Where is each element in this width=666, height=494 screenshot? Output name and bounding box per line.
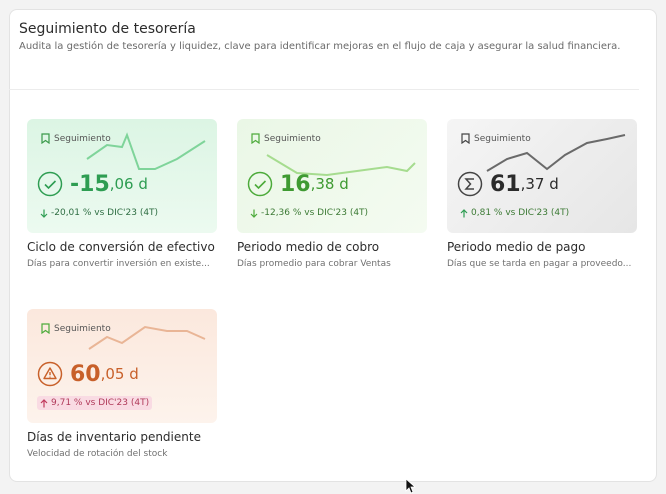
- kpi-delta-text: -12,36 % vs DIC'23 (4T): [261, 208, 369, 218]
- kpi-card-periodo-cobro[interactable]: Seguimiento 16,38 d -12,36 % vs DIC'23 (…: [237, 119, 427, 270]
- bookmark-icon: [41, 323, 50, 334]
- arrow-down-icon: [250, 209, 258, 218]
- kpi-card-description: Días que se tarda en pagar a proveedo...: [447, 259, 632, 269]
- kpi-delta: -20,01 % vs DIC'23 (4T): [37, 206, 161, 220]
- kpi-value-decimal: ,06 d: [109, 175, 148, 193]
- kpi-value-decimal: ,37 d: [520, 175, 559, 193]
- tracking-tag: Seguimiento: [41, 323, 111, 334]
- kpi-value-decimal: ,38 d: [310, 175, 349, 193]
- kpi-value: 16,38 d: [247, 171, 349, 197]
- kpi-delta: 9,71 % vs DIC'23 (4T): [37, 396, 153, 410]
- tracking-tag-label: Seguimiento: [54, 133, 111, 144]
- kpi-card-title: Días de inventario pendiente: [27, 430, 201, 444]
- warning-triangle-icon: [37, 361, 63, 387]
- kpi-tile[interactable]: Seguimiento 16,38 d -12,36 % vs DIC'23 (…: [237, 119, 427, 233]
- kpi-value-integer: -15: [70, 171, 110, 197]
- kpi-card-title: Periodo medio de pago: [447, 240, 586, 254]
- kpi-value-integer: 61: [490, 171, 521, 197]
- tracking-tag-label: Seguimiento: [54, 323, 111, 334]
- bookmark-icon: [461, 133, 470, 144]
- kpi-delta-text: -20,01 % vs DIC'23 (4T): [51, 208, 159, 218]
- sigma-icon: [457, 171, 483, 197]
- arrow-down-icon: [40, 209, 48, 218]
- tracking-tag: Seguimiento: [461, 133, 531, 144]
- tracking-tag-label: Seguimiento: [264, 133, 321, 144]
- arrow-up-icon: [460, 208, 468, 217]
- page-subtitle: Audita la gestión de tesorería y liquide…: [19, 41, 621, 52]
- kpi-value: 60,05 d: [37, 361, 139, 387]
- kpi-card-description: Velocidad de rotación del stock: [27, 449, 168, 459]
- kpi-tile[interactable]: Seguimiento -15,06 d -20,01 % vs DIC'23 …: [27, 119, 217, 233]
- kpi-tile[interactable]: Seguimiento 60,05 d 9,71 % vs DIC'23 (4T…: [27, 309, 217, 423]
- kpi-value-decimal: ,05 d: [100, 365, 139, 383]
- kpi-card-title: Ciclo de conversión de efectivo: [27, 240, 215, 254]
- check-circle-icon: [247, 171, 273, 197]
- kpi-tile[interactable]: Seguimiento 61,37 d 0,81 % vs DIC'23 (4T…: [447, 119, 637, 233]
- bookmark-icon: [251, 133, 260, 144]
- check-circle-icon: [37, 171, 63, 197]
- kpi-card-description: Días promedio para cobrar Ventas: [237, 259, 391, 269]
- bookmark-icon: [41, 133, 50, 144]
- kpi-value-integer: 16: [280, 171, 311, 197]
- kpi-value: 61,37 d: [457, 171, 559, 197]
- kpi-delta-text: 0,81 % vs DIC'23 (4T): [471, 208, 570, 218]
- kpi-card-dias-inventario[interactable]: Seguimiento 60,05 d 9,71 % vs DIC'23 (4T…: [27, 309, 217, 460]
- mouse-cursor-icon: [405, 478, 417, 494]
- tracking-tag-label: Seguimiento: [474, 133, 531, 144]
- kpi-card-description: Días para convertir inversión en existe.…: [27, 259, 210, 269]
- kpi-delta: -12,36 % vs DIC'23 (4T): [247, 206, 371, 220]
- kpi-card-title: Periodo medio de cobro: [237, 240, 380, 254]
- kpi-delta: 0,81 % vs DIC'23 (4T): [457, 206, 572, 220]
- kpi-delta-text: 9,71 % vs DIC'23 (4T): [51, 398, 150, 408]
- arrow-up-icon: [40, 398, 48, 407]
- tracking-tag: Seguimiento: [251, 133, 321, 144]
- kpi-card-periodo-pago[interactable]: Seguimiento 61,37 d 0,81 % vs DIC'23 (4T…: [447, 119, 637, 270]
- kpi-value: -15,06 d: [37, 171, 148, 197]
- header-divider: [9, 89, 639, 90]
- kpi-value-integer: 60: [70, 361, 101, 387]
- page-title: Seguimiento de tesorería: [19, 21, 196, 37]
- tracking-tag: Seguimiento: [41, 133, 111, 144]
- kpi-card-ciclo-conversion[interactable]: Seguimiento -15,06 d -20,01 % vs DIC'23 …: [27, 119, 217, 270]
